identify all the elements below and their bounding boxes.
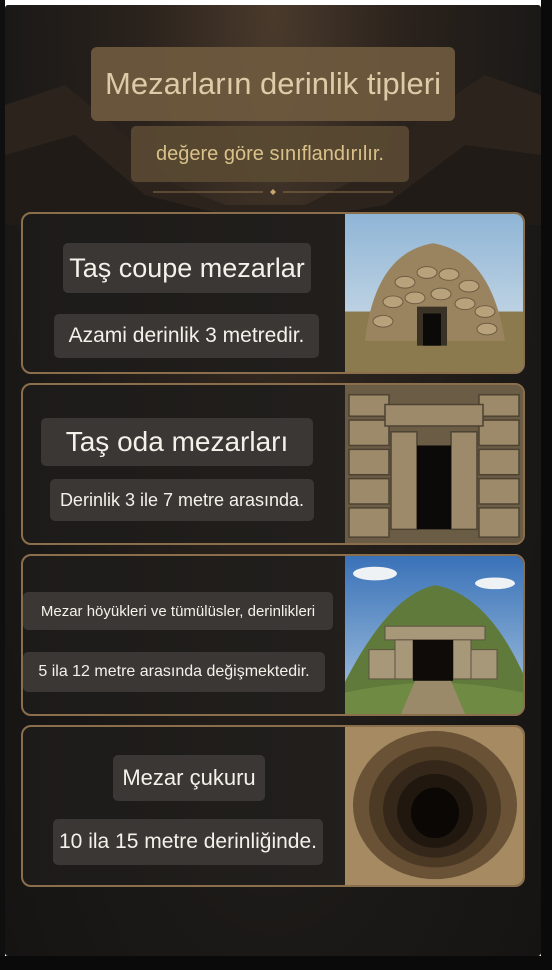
- deep-pit-shaft-image: [345, 727, 523, 885]
- right-edge: [541, 0, 552, 970]
- card-burial-pit: Mezar çukuru 10 ila 15 metre derinliğind…: [21, 725, 525, 887]
- card-heading: Taş oda mezarları: [41, 418, 313, 466]
- infographic-poster: Mezarların derinlik tipleri değere göre …: [5, 5, 541, 956]
- page-subtitle: değere göre sınıflandırılır.: [156, 142, 384, 165]
- title-box: Mezarların derinlik tipleri: [91, 47, 455, 121]
- screenshot-frame: Mezarların derinlik tipleri değere göre …: [0, 0, 552, 970]
- card-burial-mounds: Mezar höyükleri ve tümülüsler, derinlikl…: [21, 554, 525, 716]
- card-stone-coupe: Taş coupe mezarlar Azami derinlik 3 metr…: [21, 212, 525, 374]
- card-heading: Mezar höyükleri ve tümülüsler, derinlikl…: [23, 592, 333, 630]
- page-title: Mezarların derinlik tipleri: [105, 66, 441, 101]
- card-text: 10 ila 15 metre derinliğinde.: [53, 819, 323, 865]
- stone-chamber-entrance-image: [345, 385, 523, 543]
- card-text: 5 ila 12 metre arasında değişmektedir.: [23, 652, 325, 692]
- grass-mound-tumulus-image: [345, 556, 523, 714]
- card-heading: Mezar çukuru: [113, 755, 265, 801]
- bottom-edge: [0, 956, 552, 970]
- card-text: Derinlik 3 ile 7 metre arasında.: [50, 479, 314, 521]
- ornament-divider: [153, 189, 393, 195]
- stone-beehive-tomb-image: [345, 214, 523, 372]
- card-text: Azami derinlik 3 metredir.: [54, 314, 319, 358]
- card-heading: Taş coupe mezarlar: [63, 243, 311, 293]
- card-stone-chamber: Taş oda mezarları Derinlik 3 ile 7 metre…: [21, 383, 525, 545]
- subtitle-box: değere göre sınıflandırılır.: [131, 126, 409, 182]
